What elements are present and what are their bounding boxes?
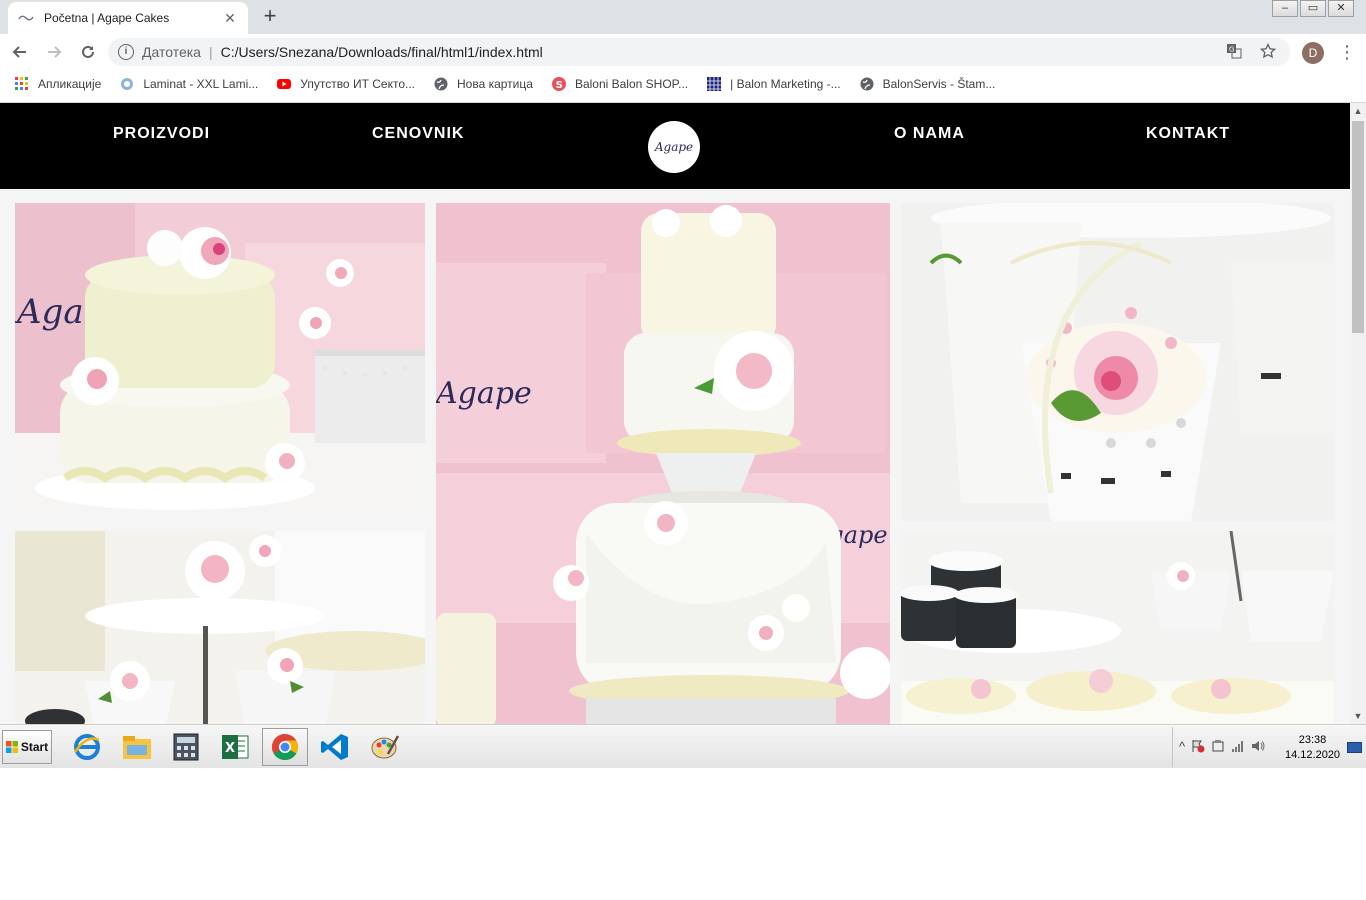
nav-link-cenovnik[interactable]: CENOVNIK — [372, 125, 464, 143]
volume-icon[interactable] — [1251, 739, 1265, 756]
window-controls: – ▭ ✕ — [1272, 0, 1354, 17]
svg-text:G: G — [1229, 46, 1234, 54]
show-desktop-button[interactable] — [1347, 742, 1362, 753]
globe-icon — [433, 76, 449, 92]
gallery-image-cupcake-3[interactable] — [901, 531, 1334, 724]
vscode-icon[interactable] — [312, 728, 358, 766]
svg-text:Aga: Aga — [15, 292, 84, 332]
paint-icon[interactable] — [362, 728, 408, 766]
bookmark-label: BalonServis - Štam... — [882, 77, 996, 91]
bookmarks-bar: Апликације Laminat - XXL Lami... Упутств… — [0, 70, 1366, 98]
apps-grid-icon — [14, 76, 30, 92]
gallery-image-cake-2[interactable]: Agape Agape — [436, 203, 890, 724]
file-explorer-icon[interactable] — [114, 728, 160, 766]
agape-logo[interactable]: Agape — [648, 121, 700, 173]
close-tab-icon[interactable]: ✕ — [222, 10, 238, 27]
bookmark-balon-marketing[interactable]: | Balon Marketing -... — [706, 76, 841, 92]
start-label: Start — [20, 740, 49, 754]
reload-icon[interactable] — [74, 38, 102, 66]
bookmark-label: Нова картица — [457, 77, 533, 91]
svg-text:X: X — [225, 741, 235, 756]
network-signal-icon[interactable] — [1231, 739, 1245, 756]
bookmark-label: Baloni Balon SHOP... — [574, 77, 689, 91]
gallery-image-cupcake-1[interactable] — [901, 203, 1334, 521]
bookmark-star-icon[interactable] — [1259, 42, 1277, 63]
start-button[interactable]: Start — [2, 730, 52, 764]
nav-link-proizvodi[interactable]: PROIZVODI — [113, 125, 210, 143]
nav-link-o-nama[interactable]: O NAMA — [894, 125, 965, 143]
restore-icon[interactable]: ▭ — [1300, 0, 1326, 17]
chrome-icon[interactable] — [262, 728, 308, 766]
flag-alert-icon[interactable] — [1191, 739, 1205, 756]
system-tray: ^ 23:38 14.12.2020 — [1172, 727, 1366, 767]
s-logo-icon: S — [551, 76, 567, 92]
browser-toolbar: i Датотека | C:/Users/Snezana/Downloads/… — [0, 34, 1366, 70]
url-text[interactable]: C:/Users/Snezana/Downloads/final/html1/i… — [221, 44, 543, 60]
logo-text: Agape — [654, 140, 694, 154]
site-favicon-icon — [119, 76, 135, 92]
profile-avatar[interactable]: D — [1302, 42, 1324, 64]
page-scrollbar[interactable]: ▲ ▼ — [1350, 103, 1366, 724]
grid-favicon-icon — [706, 76, 722, 92]
gallery-image-cupcake-2[interactable] — [15, 531, 425, 724]
browser-tab[interactable]: Početna | Agape Cakes ✕ — [8, 2, 248, 34]
excel-icon[interactable]: X — [212, 728, 258, 766]
address-separator: | — [208, 44, 213, 60]
new-tab-icon[interactable]: + — [258, 4, 282, 28]
bookmark-label: Апликације — [38, 77, 102, 91]
tray-icons: ^ — [1179, 739, 1265, 756]
minimize-icon[interactable]: – — [1272, 0, 1298, 17]
page-viewport: PROIZVODI CENOVNIK Agape O NAMA KONTAKT … — [0, 103, 1350, 724]
bookmark-balonservis[interactable]: BalonServis - Štam... — [859, 76, 996, 92]
svg-text:Agape: Agape — [436, 376, 532, 411]
windows-flag-icon — [5, 741, 18, 753]
youtube-icon — [276, 76, 292, 92]
usb-device-icon[interactable] — [1211, 739, 1225, 756]
bookmark-apps[interactable]: Апликације — [14, 76, 101, 92]
nav-link-kontakt[interactable]: KONTAKT — [1146, 125, 1230, 143]
gallery-image-cake-1[interactable]: Aga — [15, 203, 425, 521]
agape-favicon-icon — [18, 10, 34, 26]
bookmark-label: | Balon Marketing -... — [730, 77, 841, 91]
scroll-down-icon[interactable]: ▼ — [1350, 708, 1366, 724]
info-icon[interactable]: i — [118, 44, 134, 60]
clock-time: 23:38 — [1298, 734, 1327, 746]
globe-icon — [859, 76, 875, 92]
menu-dots-icon[interactable]: ⋮ — [1338, 40, 1356, 64]
forward-arrow-icon[interactable] — [40, 38, 68, 66]
security-label: Датотека — [142, 44, 201, 60]
back-arrow-icon[interactable] — [6, 38, 34, 66]
system-clock[interactable]: 23:38 14.12.2020 — [1285, 733, 1340, 763]
clock-date: 14.12.2020 — [1285, 749, 1341, 761]
calculator-icon[interactable] — [163, 728, 209, 766]
translate-icon[interactable]: G — [1226, 43, 1242, 63]
show-hidden-icons-icon[interactable]: ^ — [1179, 739, 1185, 756]
scrollbar-thumb[interactable] — [1352, 121, 1364, 333]
bookmark-baloni[interactable]: S Baloni Balon SHOP... — [551, 76, 688, 92]
bookmark-laminat[interactable]: Laminat - XXL Lami... — [119, 76, 258, 92]
internet-explorer-icon[interactable] — [64, 728, 110, 766]
site-navbar: PROIZVODI CENOVNIK Agape O NAMA KONTAKT — [0, 103, 1350, 189]
scroll-up-icon[interactable]: ▲ — [1350, 103, 1366, 119]
tab-strip: Početna | Agape Cakes ✕ + – ▭ ✕ — [0, 0, 1366, 34]
omnibox-actions: G — [1226, 42, 1277, 63]
windows-taskbar: Start X ^ 23:38 14.12.2020 — [0, 724, 1366, 768]
tab-title: Početna | Agape Cakes — [44, 11, 170, 25]
bookmark-new-tab[interactable]: Нова картица — [433, 76, 533, 92]
bookmark-label: Laminat - XXL Lami... — [143, 77, 259, 91]
close-window-icon[interactable]: ✕ — [1328, 0, 1354, 17]
bookmark-label: Упутство ИТ Секто... — [300, 77, 415, 91]
address-bar[interactable]: i Датотека | C:/Users/Snezana/Downloads/… — [108, 38, 1290, 66]
svg-text:S: S — [556, 80, 563, 91]
bookmark-it-guide[interactable]: Упутство ИТ Секто... — [276, 76, 415, 92]
